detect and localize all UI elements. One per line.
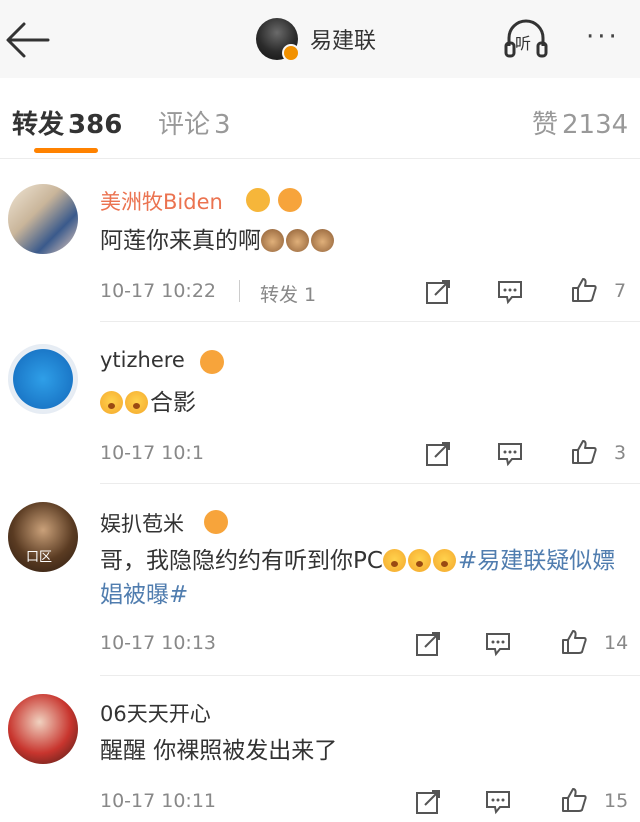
monkey-emoji-icon — [261, 229, 284, 252]
surprised-emoji-icon — [125, 391, 148, 414]
avatar[interactable] — [8, 184, 78, 254]
list-item: 06天天开心 醒醒 你裸照被发出来了 10-17 10:11 15 — [0, 676, 640, 822]
back-arrow-icon[interactable] — [4, 18, 52, 62]
tab-likes-count: 2134 — [562, 110, 629, 140]
tab-reposts-label: 转发 — [12, 110, 65, 140]
user-name[interactable]: ytizhere — [100, 348, 185, 372]
like-count: 7 — [614, 280, 627, 302]
shy-emoji-icon — [382, 549, 406, 572]
comment-icon[interactable] — [484, 788, 512, 816]
tab-likes[interactable]: 赞 2134 — [532, 104, 628, 141]
timestamp: 10-17 10:13 — [100, 632, 217, 654]
comment-icon[interactable] — [496, 440, 524, 468]
repost-icon[interactable] — [424, 440, 452, 468]
listen-label[interactable]: 听 — [515, 30, 531, 54]
repost-icon[interactable] — [414, 788, 442, 816]
header-avatar[interactable] — [256, 18, 300, 62]
like-count: 3 — [614, 442, 627, 464]
tab-reposts[interactable]: 转发 386 — [12, 104, 122, 141]
monkey-emoji-icon — [311, 229, 334, 252]
list-item: 口区 娱扒苞米 哥，我隐隐约约有听到你PC #易建联疑似嫖娼被曝# 10-17 1… — [0, 484, 640, 676]
more-options-icon[interactable]: ··· — [586, 22, 620, 52]
comment-text: 阿莲你来真的啊 — [100, 228, 261, 254]
list-item: 美洲牧Biden 阿莲你来真的啊 10-17 10:22 转发 1 7 — [0, 160, 640, 322]
like-icon[interactable] — [570, 438, 598, 466]
repost-icon[interactable] — [414, 630, 442, 658]
user-name[interactable]: 娱扒苞米 — [100, 508, 184, 538]
comment-text: 哥，我隐隐约约有听到你PC — [100, 548, 383, 574]
like-icon[interactable] — [560, 628, 588, 656]
tab-bar: 转发 386 评论 3 赞 2134 — [0, 78, 640, 159]
comment-content: 合影 — [100, 386, 628, 420]
shy-emoji-icon — [432, 549, 456, 572]
avatar[interactable] — [8, 344, 78, 414]
timestamp: 10-17 10:1 — [100, 442, 204, 464]
like-icon[interactable] — [560, 786, 588, 814]
timestamp: 10-17 10:11 — [100, 790, 217, 812]
avatar[interactable]: 口区 — [8, 502, 78, 572]
divider — [239, 280, 240, 302]
active-tab-indicator — [34, 148, 98, 153]
comment-content: 醒醒 你裸照被发出来了 — [100, 734, 628, 768]
monkey-emoji-icon — [286, 229, 309, 252]
repost-icon[interactable] — [424, 278, 452, 306]
pufferfish-badge-icon — [278, 188, 302, 212]
tab-likes-label: 赞 — [532, 110, 559, 140]
verified-badge-icon — [282, 44, 300, 62]
comment-content: 阿莲你来真的啊 — [100, 224, 628, 258]
pufferfish-badge-icon — [200, 350, 224, 374]
comment-content: 哥，我隐隐约约有听到你PC #易建联疑似嫖娼被曝# — [100, 544, 628, 612]
tab-comments[interactable]: 评论 3 — [158, 104, 231, 141]
tab-comments-label: 评论 — [158, 110, 211, 140]
comment-icon[interactable] — [484, 630, 512, 658]
avatar[interactable] — [8, 694, 78, 764]
header-profile[interactable]: 易建联 — [256, 16, 376, 62]
tab-comments-count: 3 — [214, 110, 231, 140]
comment-icon[interactable] — [496, 278, 524, 306]
comment-text: 醒醒 你裸照被发出来了 — [100, 738, 338, 764]
shy-emoji-icon — [407, 549, 431, 572]
crown-badge-icon — [246, 188, 270, 212]
list-item: ytizhere 合影 10-17 10:1 3 — [0, 322, 640, 484]
surprised-emoji-icon — [100, 391, 123, 414]
avatar-caption: 口区 — [26, 550, 53, 565]
page-title: 易建联 — [310, 29, 377, 54]
pufferfish-badge-icon — [204, 510, 228, 534]
user-name[interactable]: 美洲牧Biden — [100, 186, 223, 216]
like-count: 15 — [604, 790, 629, 812]
like-count: 14 — [604, 632, 629, 654]
tab-reposts-count: 386 — [68, 110, 123, 140]
comment-text: 合影 — [150, 390, 196, 416]
user-name[interactable]: 06天天开心 — [100, 698, 211, 728]
like-icon[interactable] — [570, 276, 598, 304]
repost-count[interactable]: 转发 1 — [260, 280, 316, 307]
top-bar: 易建联 听 ··· — [0, 0, 640, 78]
timestamp: 10-17 10:22 — [100, 280, 217, 302]
